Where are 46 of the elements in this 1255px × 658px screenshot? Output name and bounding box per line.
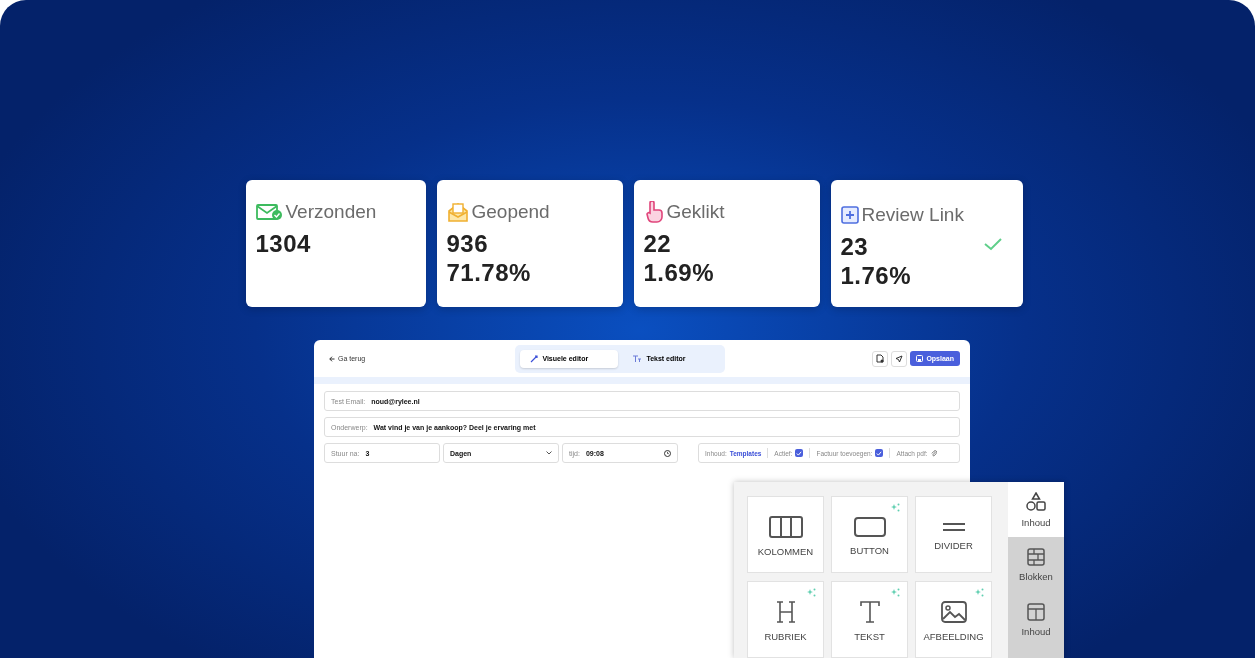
- block-tile[interactable]: RUBRIEK: [747, 581, 824, 658]
- stat-count: 23: [840, 232, 870, 261]
- button-shape-icon: [853, 517, 886, 537]
- paperclip-icon[interactable]: [930, 449, 937, 457]
- block-tile[interactable]: TEKST: [831, 581, 908, 658]
- checkbox[interactable]: [875, 449, 884, 457]
- stat-count: 936: [446, 229, 490, 258]
- layout-icon: [1027, 602, 1045, 621]
- stat-label: Review Link: [861, 204, 964, 226]
- preview-button[interactable]: [872, 350, 889, 367]
- stat-label: Verzonden: [285, 201, 377, 223]
- block-tile[interactable]: BUTTON: [831, 496, 908, 573]
- send-icon: [895, 354, 904, 363]
- chevron-down-icon: [546, 451, 552, 455]
- stat-label: Geopend: [471, 201, 550, 223]
- stat-count: 22: [643, 229, 673, 258]
- stat-percentage: 71.78%: [446, 258, 532, 287]
- text-icon: [632, 354, 643, 363]
- block-tile[interactable]: AFBEELDING: [915, 581, 992, 658]
- heading-icon: [775, 601, 796, 623]
- stat-percentage: 1.76%: [840, 261, 913, 290]
- stat-count: 1304: [255, 229, 312, 258]
- envelope-check-icon: [255, 203, 283, 221]
- open-envelope-icon: [446, 201, 469, 223]
- divider-icon: [942, 522, 965, 532]
- send-button[interactable]: [891, 350, 908, 367]
- save-icon: [916, 355, 924, 362]
- shapes-icon: [1026, 491, 1046, 512]
- columns-icon: [768, 516, 803, 538]
- block-tile[interactable]: KOLOMMEN: [747, 496, 824, 573]
- clock-icon: [664, 449, 671, 457]
- text-icon: [858, 601, 881, 623]
- file-icon: [876, 354, 885, 363]
- sidebar-tab[interactable]: Inhoud: [1008, 482, 1064, 537]
- stat-label: Geklikt: [666, 201, 725, 223]
- arrow-left-icon: [329, 355, 335, 362]
- checkbox[interactable]: [795, 449, 804, 457]
- block-tile[interactable]: DIVIDER: [915, 496, 992, 573]
- sidebar-tab[interactable]: Blokken: [1008, 537, 1064, 592]
- plus-square-icon: [840, 206, 859, 224]
- pointing-hand-icon: [643, 201, 664, 223]
- wand-icon: [530, 354, 539, 363]
- stat-percentage: 1.69%: [643, 258, 716, 287]
- bricks-icon: [1027, 547, 1045, 566]
- image-icon: [940, 601, 967, 623]
- sidebar-tab[interactable]: Inhoud: [1008, 592, 1064, 647]
